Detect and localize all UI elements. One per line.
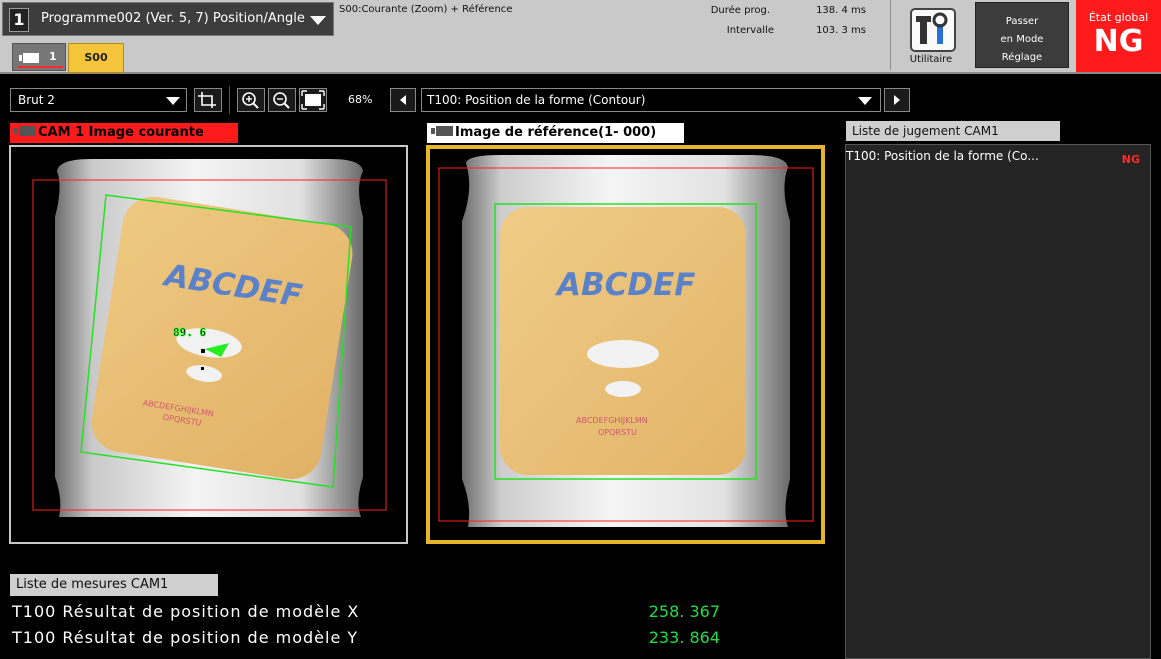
zoom-in-icon bbox=[242, 92, 259, 109]
tool-select-value: T100: Position de la forme (Contour) bbox=[427, 93, 646, 107]
judgement-list-title: Liste de jugement CAM1 bbox=[846, 121, 1060, 141]
reference-image-view[interactable]: ABCDEF ABCDEFGHIJKLMN OPQRSTU bbox=[426, 145, 825, 544]
tool-select[interactable]: T100: Position de la forme (Contour) bbox=[421, 88, 881, 112]
tab-underline bbox=[17, 66, 63, 68]
utility-label: Utilitaire bbox=[909, 54, 953, 65]
chevron-down-icon bbox=[166, 97, 180, 105]
previous-tool-button[interactable] bbox=[390, 88, 416, 112]
divider bbox=[229, 86, 230, 114]
tab-scene[interactable]: S00 bbox=[68, 43, 124, 73]
fit-to-window-button[interactable] bbox=[299, 88, 327, 112]
mode-button-line: en Mode bbox=[1000, 34, 1044, 45]
global-state-indicator: État global NG bbox=[1076, 0, 1161, 72]
divider bbox=[890, 0, 891, 70]
program-name: Programme002 (Ver. 5, 7) Position/Angle bbox=[41, 11, 305, 26]
current-image-title: CAM 1 Image courante bbox=[10, 123, 238, 143]
measurement-label: T100 Résultat de position de modèle X bbox=[12, 602, 360, 621]
measurement-label: T100 Résultat de position de modèle Y bbox=[12, 628, 359, 647]
interval-label: Intervalle bbox=[726, 25, 774, 36]
duration-value: 138. 4 ms bbox=[816, 5, 866, 16]
program-number: 1 bbox=[9, 8, 29, 32]
label-small-text: OPQRSTU bbox=[598, 428, 637, 437]
tools-icon bbox=[910, 8, 956, 52]
current-image-view[interactable]: ABCDEF ABCDEFGHIJKLMN OPQRSTU 89. 6 bbox=[9, 145, 408, 544]
zoom-level: 68% bbox=[348, 93, 373, 106]
utility-button[interactable]: Utilitaire bbox=[893, 2, 969, 68]
reference-image-title: Image de référence(1- 000) bbox=[427, 123, 684, 143]
camera-icon bbox=[19, 53, 39, 63]
global-state-label: État global bbox=[1088, 11, 1149, 24]
zoom-out-button[interactable] bbox=[268, 88, 296, 112]
scene-status: S00:Courante (Zoom) + Référence bbox=[339, 4, 513, 15]
angle-readout: 89. 6 bbox=[173, 326, 206, 339]
mode-button-line: Réglage bbox=[1001, 52, 1043, 63]
image-mode-value: Brut 2 bbox=[18, 93, 55, 107]
judgement-item-label: T100: Position de la forme (Co... bbox=[846, 149, 1039, 163]
image-mode-select[interactable]: Brut 2 bbox=[10, 88, 187, 112]
reference-image-title-text: Image de référence(1- 000) bbox=[455, 125, 657, 140]
current-image: ABCDEF ABCDEFGHIJKLMN OPQRSTU 89. 6 bbox=[32, 159, 387, 517]
camera-icon bbox=[431, 126, 453, 136]
interval-value: 103. 3 ms bbox=[816, 25, 866, 36]
measurement-value: 258. 367 bbox=[648, 602, 720, 621]
reference-image: ABCDEF ABCDEFGHIJKLMN OPQRSTU bbox=[438, 155, 814, 527]
tab-camera-label: 1 bbox=[49, 50, 57, 63]
tab-camera[interactable]: 1 bbox=[12, 43, 66, 71]
program-selector[interactable]: 1 Programme002 (Ver. 5, 7) Position/Angl… bbox=[2, 2, 334, 36]
zoom-out-icon bbox=[273, 92, 290, 109]
global-state-value: NG bbox=[1093, 24, 1144, 59]
list-item[interactable]: T100: Position de la forme (Co... NG bbox=[846, 149, 1148, 166]
arrow-right-icon bbox=[894, 95, 900, 105]
label-text: ABCDEF bbox=[554, 267, 695, 303]
next-tool-button[interactable] bbox=[884, 88, 910, 112]
chevron-down-icon bbox=[310, 16, 326, 25]
judgement-list: T100: Position de la forme (Co... NG bbox=[845, 144, 1151, 659]
current-image-title-text: CAM 1 Image courante bbox=[38, 125, 204, 140]
crop-icon bbox=[198, 92, 216, 108]
duration-label: Durée prog. bbox=[710, 5, 770, 16]
camera-icon bbox=[14, 126, 36, 136]
label-small-text: ABCDEFGHIJKLMN bbox=[576, 416, 648, 425]
chevron-down-icon bbox=[858, 97, 872, 105]
crop-button[interactable] bbox=[194, 88, 222, 112]
zoom-in-button[interactable] bbox=[237, 88, 265, 112]
arrow-left-icon bbox=[400, 95, 406, 105]
switch-to-adjust-mode-button[interactable]: Passer en Mode Réglage bbox=[975, 2, 1069, 68]
fit-screen-icon bbox=[301, 90, 325, 110]
mode-button-line: Passer bbox=[1005, 16, 1039, 27]
judgement-item-result: NG bbox=[1121, 153, 1140, 166]
measurement-list-title: Liste de mesures CAM1 bbox=[10, 574, 218, 596]
measurement-value: 233. 864 bbox=[648, 628, 720, 647]
